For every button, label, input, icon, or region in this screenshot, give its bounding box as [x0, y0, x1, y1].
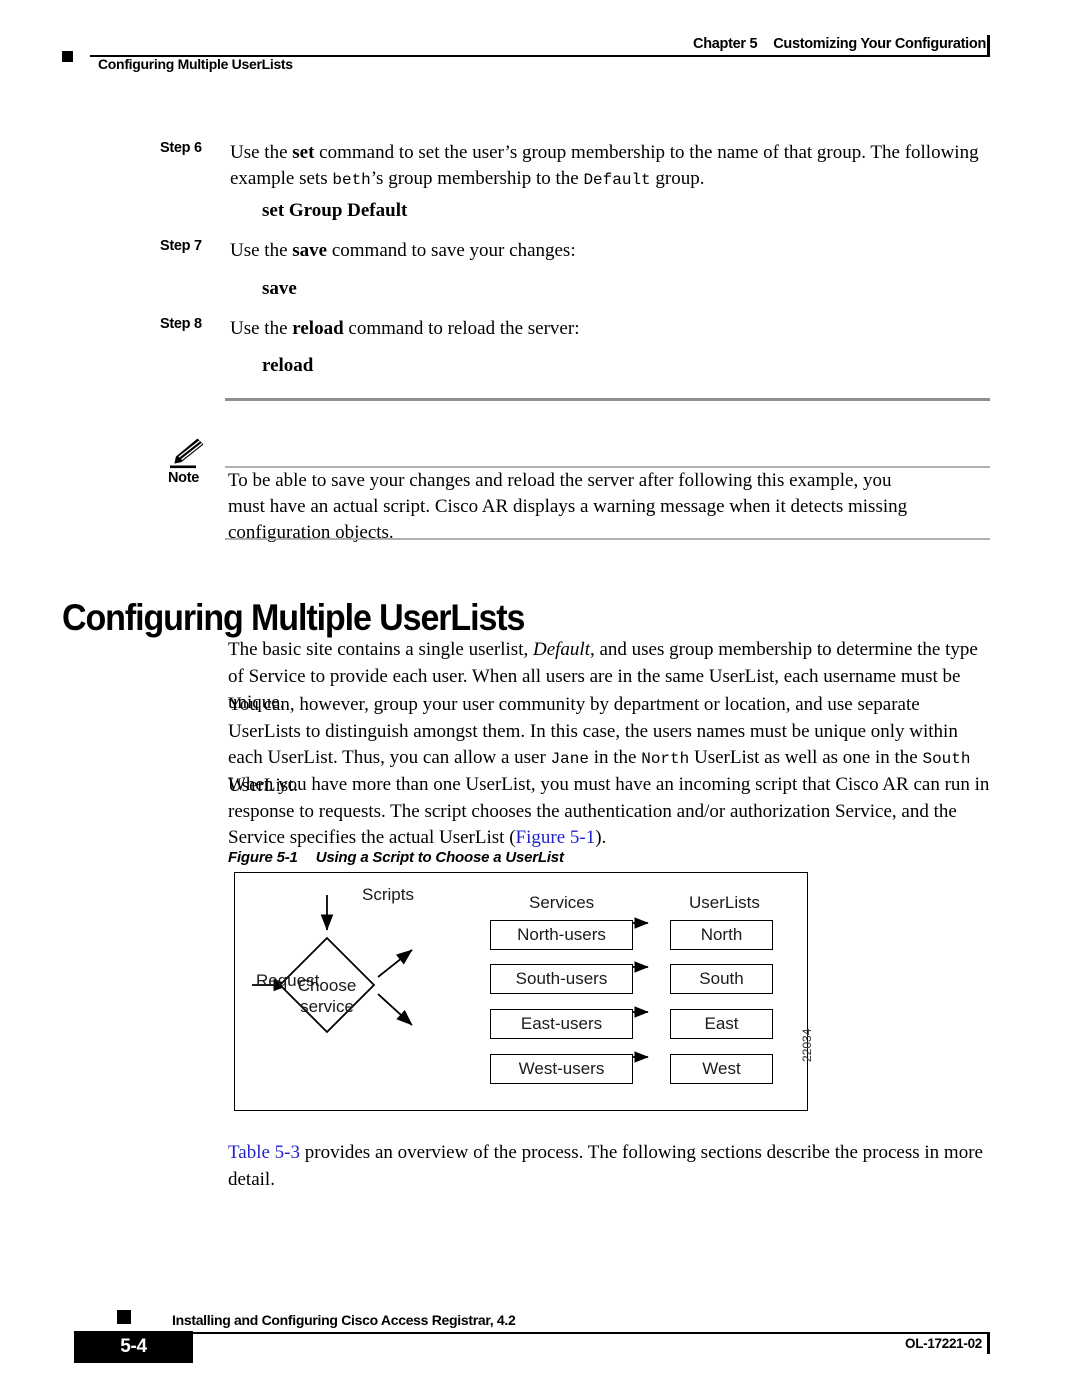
- step-row-8: Step 8 Use the reload command to reload …: [160, 316, 1010, 342]
- header-square-bullet-icon: [62, 51, 73, 62]
- footer-rule: [118, 1332, 987, 1334]
- step-label: Step 8: [160, 316, 202, 332]
- header-chapter-line: Chapter 5 Customizing Your Configuration: [693, 36, 986, 52]
- figure-number: Figure 5-1: [228, 849, 298, 866]
- service-box-north: North-users: [490, 920, 633, 950]
- page-title: Configuring Multiple UserLists: [62, 596, 525, 638]
- userlist-box-north: North: [670, 920, 773, 950]
- note-text: To be able to save your changes and relo…: [228, 470, 908, 543]
- header-chapter-title: Customizing Your Configuration: [773, 36, 986, 52]
- step-text: Use the set command to set the user’s gr…: [230, 142, 979, 189]
- diagram-userlists-header: UserLists: [689, 893, 760, 912]
- diagram-decision-node: Choose service: [292, 975, 362, 1017]
- step-row-6: Step 6 Use the set command to set the us…: [160, 140, 1010, 193]
- command-example-set: set Group Default: [262, 200, 408, 221]
- userlist-box-south: South: [670, 964, 773, 994]
- decision-line-2: service: [300, 997, 354, 1016]
- note-label: Note: [168, 470, 200, 486]
- step-text: Use the reload command to reload the ser…: [230, 318, 580, 339]
- figure-art-id: 22034: [800, 1028, 814, 1062]
- pencil-icon: [168, 436, 210, 470]
- body-paragraph-4: Table 5-3 provides an overview of the pr…: [228, 1142, 983, 1190]
- step-label: Step 7: [160, 238, 202, 254]
- figure-caption: Figure 5-1 Using a Script to Choose a Use…: [228, 849, 564, 866]
- footer-page-number: 5-4: [74, 1331, 193, 1363]
- userlist-box-west: West: [670, 1054, 773, 1084]
- step-row-7: Step 7 Use the save command to save your…: [160, 238, 1010, 264]
- footer-book-title: Installing and Configuring Cisco Access …: [172, 1312, 516, 1328]
- diagram-scripts-label: Scripts: [362, 885, 414, 904]
- userlist-box-east: East: [670, 1009, 773, 1039]
- service-box-east: East-users: [490, 1009, 633, 1039]
- header-change-bar: [987, 35, 990, 57]
- decision-line-1: Choose: [297, 976, 357, 995]
- command-example-reload: reload: [262, 355, 314, 376]
- step-text: Use the save command to save your change…: [230, 240, 576, 261]
- footer-square-bullet-icon: [117, 1310, 131, 1324]
- header-chapter-number: Chapter 5: [693, 36, 758, 52]
- diagram-services-header: Services: [529, 893, 595, 912]
- service-box-south: South-users: [490, 964, 633, 994]
- footer-doc-id: OL-17221-02: [905, 1336, 982, 1351]
- header-running-title: Configuring Multiple UserLists: [98, 56, 293, 72]
- section-divider-rule: [225, 398, 990, 401]
- step-label: Step 6: [160, 140, 202, 156]
- note-rule-bottom: [225, 538, 990, 540]
- service-box-west: West-users: [490, 1054, 633, 1084]
- page-header: Chapter 5 Customizing Your Configuration …: [0, 0, 1080, 90]
- footer-change-bar: [987, 1332, 990, 1354]
- command-example-save: save: [262, 278, 297, 299]
- figure-title: Using a Script to Choose a UserList: [315, 849, 564, 866]
- body-paragraph-3: When you have more than one UserList, yo…: [228, 774, 990, 848]
